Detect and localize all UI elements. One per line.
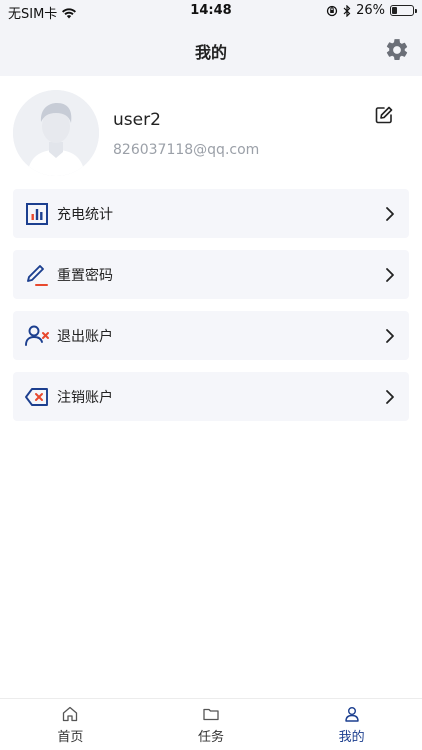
edit-profile-button[interactable] — [374, 105, 394, 125]
menu-item-label: 重置密码 — [57, 268, 113, 284]
pen-icon — [27, 265, 48, 286]
page-title: 我的 — [194, 43, 227, 62]
tab-label: 任务 — [198, 730, 225, 745]
folder-icon — [203, 708, 219, 721]
profile-card: user2 826037118@qq.com — [0, 76, 422, 186]
user-remove-icon — [25, 325, 49, 346]
tab-home[interactable]: 首页 — [0, 699, 141, 750]
nav-bar: 我的 — [0, 24, 422, 76]
menu-list: 充电统计 重置密码 退出账户 注销账户 — [13, 189, 409, 433]
tab-label: 我的 — [338, 730, 365, 745]
tab-bar: 首页 任务 我的 — [0, 698, 422, 750]
status-right: 26% — [326, 3, 417, 18]
user-icon — [344, 707, 359, 722]
user-email: 826037118@qq.com — [113, 142, 260, 158]
gear-icon — [386, 39, 408, 60]
menu-item-label: 注销账户 — [57, 390, 113, 406]
menu-item-label: 充电统计 — [57, 207, 113, 223]
avatar[interactable] — [13, 90, 99, 176]
menu-item-delete-account[interactable]: 注销账户 — [13, 372, 409, 421]
avatar-placeholder-icon — [13, 90, 99, 176]
battery-fill — [392, 7, 397, 14]
battery-icon — [390, 5, 417, 16]
bar-chart-icon — [26, 203, 48, 225]
status-bar: 无SIM卡 14:48 26% — [0, 0, 422, 24]
menu-item-logout[interactable]: 退出账户 — [13, 311, 409, 360]
chevron-right-icon — [386, 268, 394, 282]
bluetooth-icon — [343, 4, 351, 17]
tab-label: 首页 — [57, 730, 84, 745]
menu-item-label: 退出账户 — [57, 329, 113, 345]
orientation-lock-icon — [326, 5, 338, 16]
edit-icon — [375, 106, 393, 124]
username: user2 — [113, 110, 161, 130]
screen: 无SIM卡 14:48 26% 我的 user2 826037118@qq.co… — [0, 0, 422, 750]
menu-item-charging-stats[interactable]: 充电统计 — [13, 189, 409, 238]
home-icon — [63, 706, 78, 722]
chevron-right-icon — [386, 390, 394, 404]
menu-item-reset-password[interactable]: 重置密码 — [13, 250, 409, 299]
tab-tasks[interactable]: 任务 — [141, 699, 282, 750]
tab-mine[interactable]: 我的 — [281, 699, 422, 750]
settings-button[interactable] — [384, 37, 410, 63]
battery-percent: 26% — [356, 3, 385, 18]
chevron-right-icon — [386, 329, 394, 343]
chevron-right-icon — [386, 207, 394, 221]
delete-key-icon — [25, 388, 48, 406]
